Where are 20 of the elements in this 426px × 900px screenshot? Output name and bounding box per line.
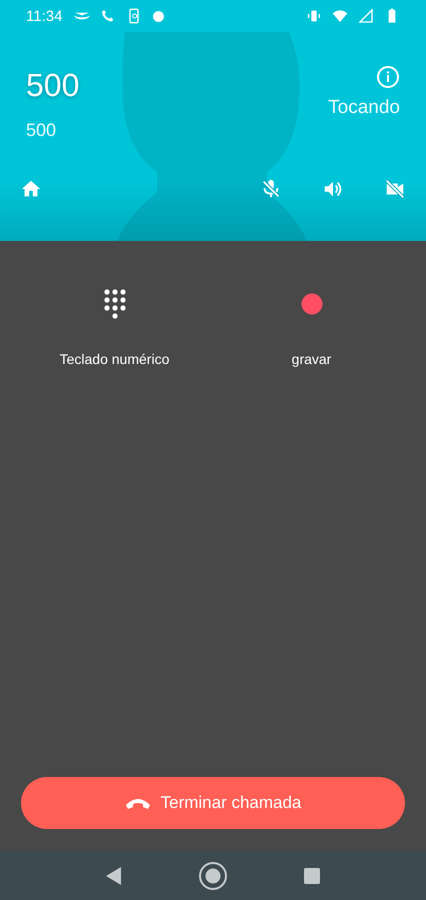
- recents-icon[interactable]: [304, 868, 320, 884]
- record-icon: [300, 293, 322, 315]
- dot-icon: [152, 10, 166, 22]
- dialpad-icon: [104, 289, 126, 319]
- status-time: 11:34: [26, 8, 62, 24]
- video-off-icon[interactable]: [384, 178, 406, 200]
- hang-up-icon: [124, 796, 151, 810]
- vibrate-icon: [306, 8, 322, 24]
- keypad-button[interactable]: Teclado numérico: [16, 289, 213, 367]
- info-icon[interactable]: [376, 65, 400, 89]
- caller-name: 500: [26, 67, 80, 104]
- mute-icon[interactable]: [260, 178, 282, 200]
- record-button[interactable]: gravar: [213, 289, 410, 367]
- signal-icon: [358, 8, 374, 24]
- message-icon: [74, 12, 90, 20]
- home-nav-icon[interactable]: [198, 860, 228, 890]
- back-icon[interactable]: [106, 866, 122, 884]
- call-status: Tocando: [328, 97, 400, 119]
- wifi-icon: [332, 8, 348, 24]
- caller-number: 500: [26, 120, 58, 141]
